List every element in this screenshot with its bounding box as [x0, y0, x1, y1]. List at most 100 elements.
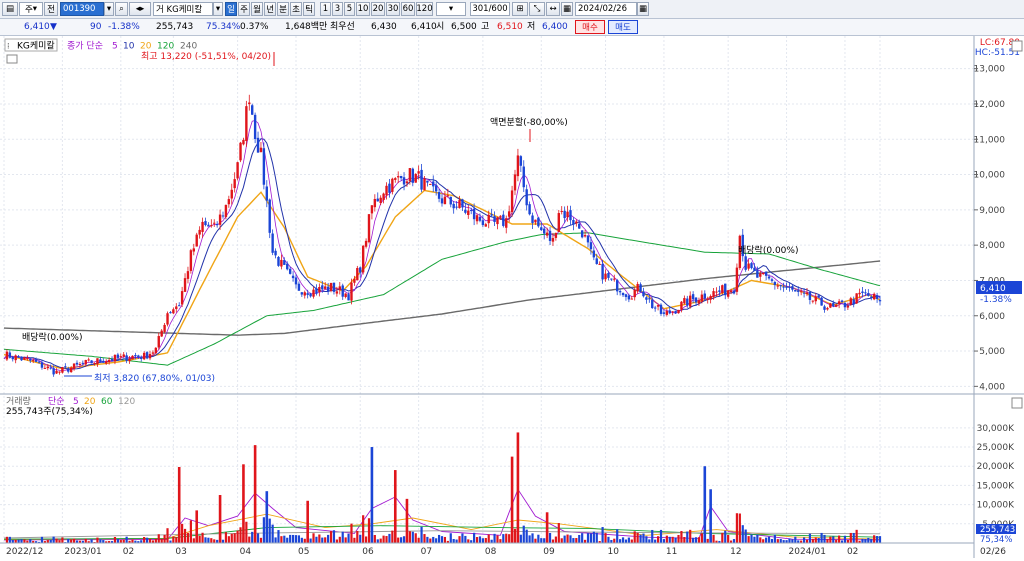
volume-bar [838, 535, 841, 543]
candle-body [423, 178, 426, 191]
stock-name-dropdown-icon[interactable]: ▾ [213, 2, 223, 16]
candle-body [759, 273, 762, 277]
candle-body [192, 248, 195, 252]
stock-name-field[interactable]: 거 KG케미칼 [153, 2, 213, 16]
volume-bar [443, 536, 447, 543]
interval-button-3[interactable]: 3 [332, 2, 343, 16]
volume-bar [875, 536, 879, 543]
buy-button[interactable]: 매수 [575, 20, 605, 34]
compare-icon[interactable]: ↔ [546, 2, 560, 16]
period-button-4[interactable]: 분 [277, 2, 289, 16]
volume-bar [242, 464, 245, 543]
chart-type-icon[interactable]: ⊞ [512, 2, 528, 16]
volume-bar [464, 535, 467, 543]
candle-body [870, 296, 873, 298]
volume-bar [426, 536, 429, 543]
x-axis-label: 08 [485, 547, 497, 557]
period-button-3[interactable]: 년 [264, 2, 276, 16]
candle-body [11, 356, 14, 360]
candle-body [356, 268, 359, 281]
candle-body [578, 223, 581, 229]
period-button-5[interactable]: 초 [290, 2, 302, 16]
volume-bar [601, 527, 604, 543]
price-panel-settings-icon[interactable] [6, 54, 18, 64]
chart-area[interactable]: 4,0005,0006,0007,0008,0009,00010,00011,0… [0, 36, 1024, 558]
candle-body [43, 367, 47, 369]
candle-body [799, 291, 803, 293]
volume-bar [765, 537, 768, 543]
candle-body [350, 282, 353, 301]
candle-body [502, 214, 505, 226]
volume-bar [878, 536, 882, 543]
search-icon[interactable]: ⌕ [115, 2, 128, 16]
volume-bar [826, 539, 829, 543]
market-all-button[interactable]: 전 [44, 2, 58, 16]
menu-icon[interactable]: ▤ [2, 2, 18, 16]
data-count-field[interactable]: 301/600 [470, 2, 510, 16]
volume-bar [473, 532, 476, 543]
stock-code-input[interactable]: 001390 [60, 2, 104, 16]
interval-button-20[interactable]: 20 [371, 2, 385, 16]
interval-button-60[interactable]: 60 [401, 2, 415, 16]
candle-body [5, 351, 9, 360]
volume-legend-prefix: 단순 [48, 396, 65, 407]
x-axis-label: 05 [298, 547, 309, 557]
candle-body [621, 292, 625, 296]
interval-button-1[interactable]: 1 [320, 2, 331, 16]
code-dropdown-icon[interactable]: ▾ [104, 2, 114, 16]
market-type-select[interactable]: 주 ▾ [19, 2, 43, 16]
volume-bar [586, 533, 590, 543]
candle-body [429, 183, 432, 185]
period-button-0[interactable]: 일 [225, 2, 237, 16]
period-button-6[interactable]: 틱 [303, 2, 315, 16]
volume-bar [113, 536, 117, 543]
x-axis-label: 10 [608, 547, 620, 557]
candle-body [487, 214, 490, 224]
volume-bar [29, 539, 32, 543]
candle-body [551, 238, 555, 242]
candle-body [464, 209, 467, 213]
candle-body [858, 292, 861, 295]
volume-bar [697, 537, 701, 543]
scale-settings-icon[interactable] [1011, 40, 1023, 52]
volume-bar [677, 534, 680, 543]
volume-bar [849, 532, 852, 543]
candle-body [566, 211, 569, 218]
interval-button-10[interactable]: 10 [356, 2, 370, 16]
hatch-icon[interactable]: ▦ [561, 2, 573, 16]
period-button-1[interactable]: 주 [238, 2, 250, 16]
volume-bar [727, 534, 730, 543]
interval-button-5[interactable]: 5 [344, 2, 355, 16]
volume-bar [306, 500, 309, 543]
candle-body [207, 224, 210, 227]
price-tick-label: 8,000 [979, 241, 1005, 251]
candle-body [405, 181, 409, 184]
calendar-icon[interactable]: ▦ [637, 2, 649, 16]
prev-next-stock-icon[interactable]: ◂▸ [129, 2, 151, 16]
candle-body [835, 304, 838, 307]
volume-bar [636, 532, 639, 543]
volume-bar [683, 536, 686, 543]
volume-bar [172, 536, 175, 543]
extra-select[interactable]: ▾ [436, 2, 466, 16]
sell-button[interactable]: 매도 [608, 20, 638, 34]
volume-bar [665, 535, 668, 543]
ma-legend-5: 5 [112, 42, 118, 52]
chart-svg[interactable]: 4,0005,0006,0007,0008,0009,00010,00011,0… [0, 36, 1024, 558]
interval-button-30[interactable]: 30 [386, 2, 400, 16]
volume-panel-settings-icon[interactable] [1011, 397, 1023, 409]
date-field[interactable]: 2024/02/26 [575, 2, 637, 16]
candle-body [221, 215, 225, 217]
volume-bar [467, 539, 470, 543]
volume-bar [557, 523, 560, 543]
candle-body [385, 185, 388, 196]
candle-body [69, 367, 73, 373]
candle-body [291, 275, 295, 279]
candle-body [236, 162, 239, 179]
period-button-2[interactable]: 월 [251, 2, 263, 16]
volume-bar [808, 533, 812, 543]
candle-body [364, 240, 368, 247]
zoom-icon[interactable]: ⤡ [529, 2, 545, 16]
volume-bar [335, 539, 338, 543]
interval-button-120[interactable]: 120 [416, 2, 433, 16]
